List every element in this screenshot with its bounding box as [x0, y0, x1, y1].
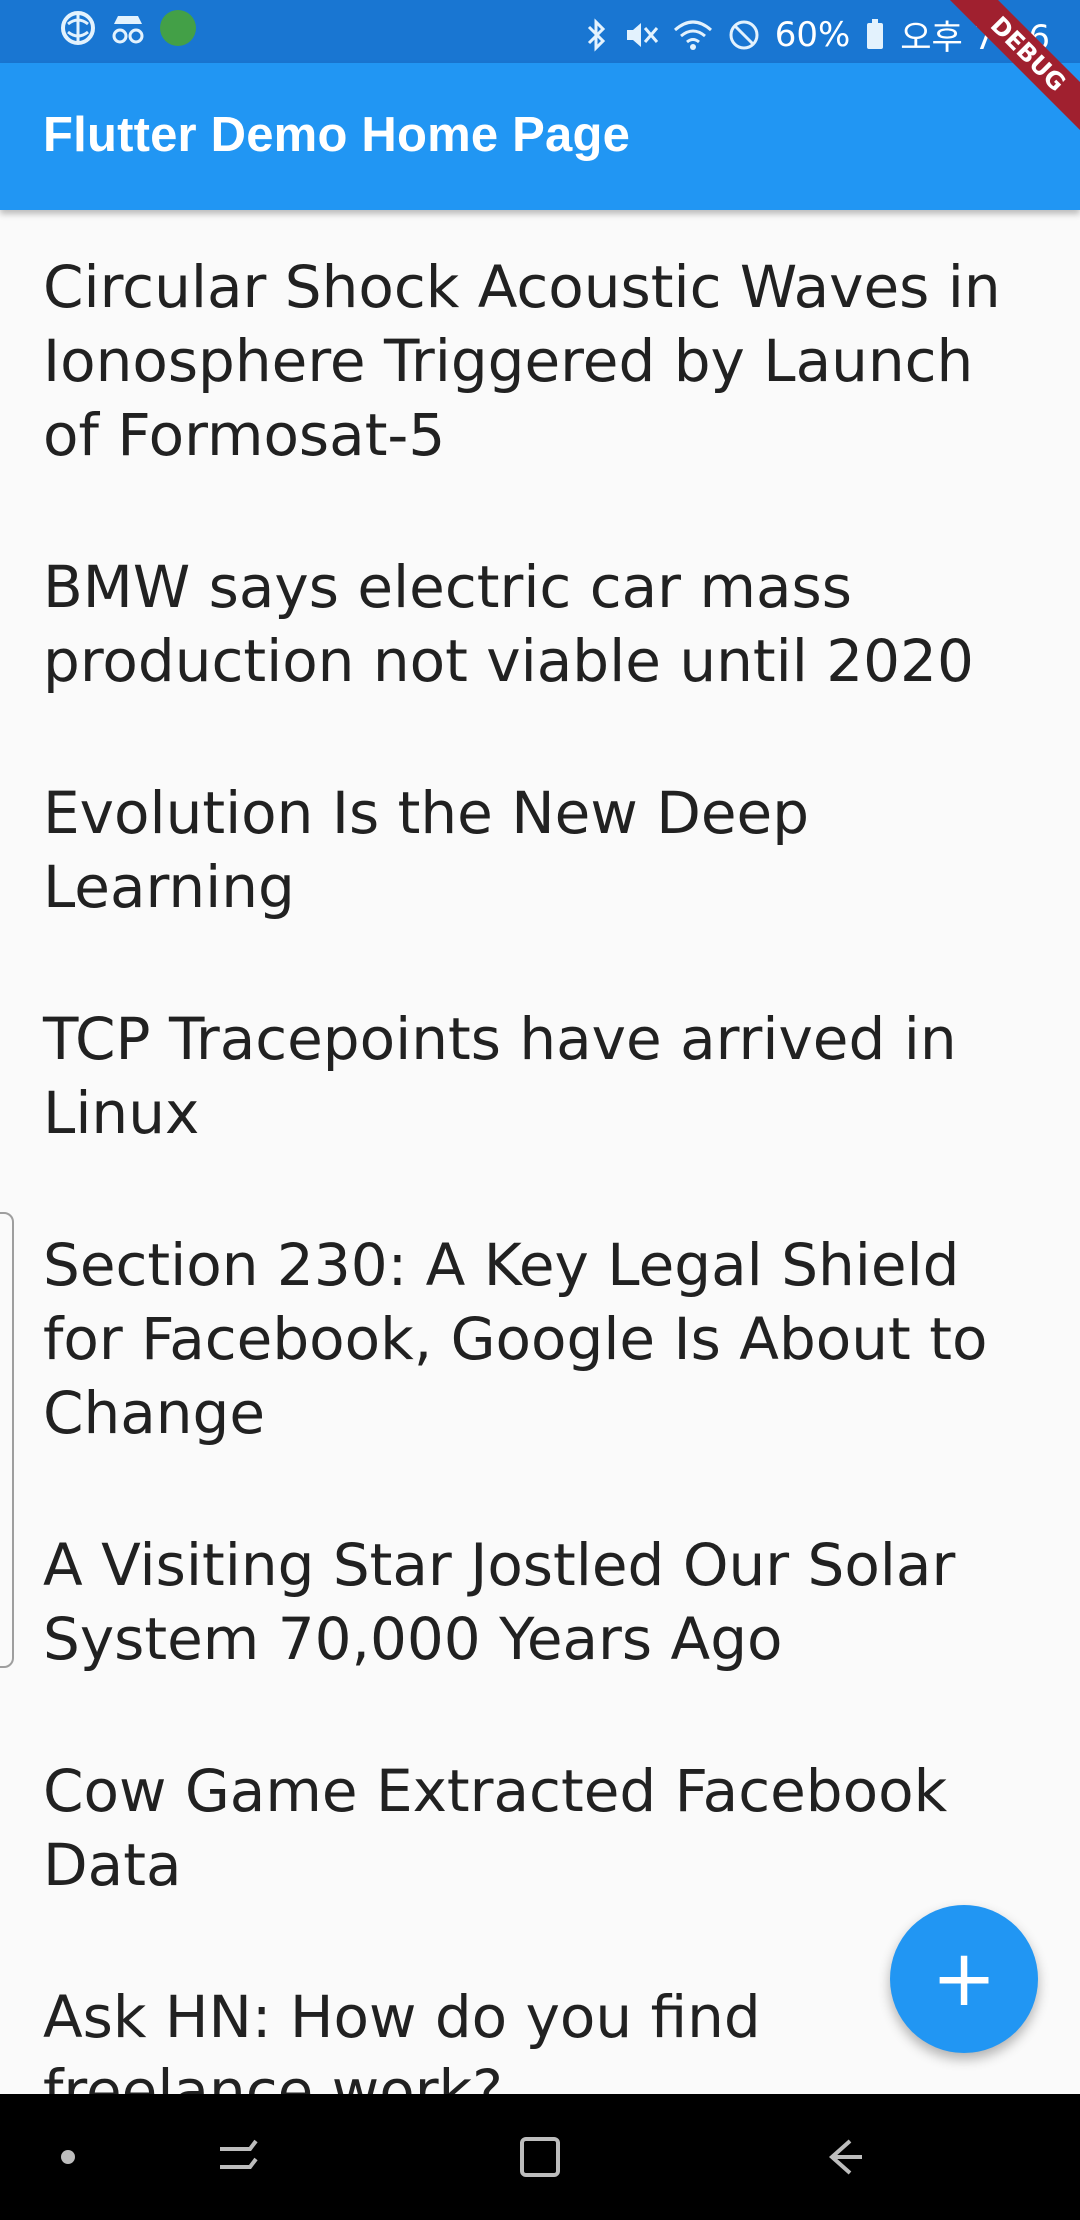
- list-item[interactable]: TCP Tracepoints have arrived in Linux: [0, 962, 1080, 1188]
- list-item[interactable]: BMW says electric car mass production no…: [0, 510, 1080, 736]
- article-list[interactable]: Circular Shock Acoustic Waves in Ionosph…: [0, 210, 1080, 2094]
- battery-icon: [867, 18, 884, 49]
- status-right-icons: 60% 오후 7:06: [585, 10, 1050, 59]
- wifi-icon: [673, 20, 712, 50]
- incognito-icon: [112, 16, 144, 44]
- battery-percent: 60%: [774, 14, 851, 55]
- list-item[interactable]: A Visiting Star Jostled Our Solar System…: [0, 1488, 1080, 1714]
- list-item[interactable]: Cow Game Extracted Facebook Data: [0, 1714, 1080, 1940]
- app-bar: Flutter Demo Home Page: [0, 63, 1080, 210]
- back-icon[interactable]: [812, 2127, 872, 2187]
- dot-icon[interactable]: [38, 2127, 98, 2187]
- globe-icon: [61, 11, 95, 45]
- list-item[interactable]: Circular Shock Acoustic Waves in Ionosph…: [0, 210, 1080, 510]
- home-icon[interactable]: [510, 2127, 570, 2187]
- add-button[interactable]: +: [890, 1905, 1038, 2053]
- navigation-bar: [0, 2094, 1080, 2220]
- list-item[interactable]: Evolution Is the New Deep Learning: [0, 736, 1080, 962]
- clock: 오후 7:06: [900, 18, 1050, 58]
- status-left-icons: [60, 10, 196, 46]
- bluetooth-icon: [587, 17, 605, 52]
- recents-icon[interactable]: [208, 2127, 268, 2187]
- plus-icon: +: [931, 1934, 997, 2024]
- green-app-icon: [160, 10, 196, 46]
- do-not-disturb-icon: [729, 20, 759, 49]
- mute-icon: [626, 22, 658, 47]
- status-bar: 60% 오후 7:06: [0, 0, 1080, 63]
- list-item[interactable]: Section 230: A Key Legal Shield for Face…: [0, 1188, 1080, 1488]
- page-title: Flutter Demo Home Page: [43, 108, 631, 162]
- edge-panel-handle[interactable]: [0, 1212, 14, 1668]
